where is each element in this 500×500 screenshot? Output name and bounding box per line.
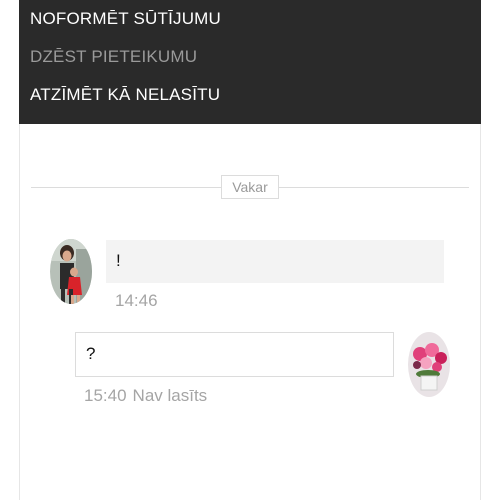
- date-divider-line-right: [279, 187, 469, 188]
- own-avatar[interactable]: [408, 332, 450, 397]
- message-meta: 15:40 Nav lasīts: [84, 386, 207, 406]
- message-text: ?: [86, 344, 96, 363]
- outgoing-message-bubble[interactable]: ?: [75, 332, 394, 377]
- sender-avatar[interactable]: [50, 239, 92, 304]
- message-text: !: [116, 251, 121, 270]
- read-status: Nav lasīts: [132, 386, 208, 405]
- incoming-message-bubble[interactable]: !: [106, 240, 444, 283]
- menu-item-create-shipment[interactable]: NOFORMĒT SŪTĪJUMU: [30, 9, 221, 29]
- message-timestamp: 14:46: [115, 291, 158, 310]
- menu-item-mark-unread[interactable]: ATZĪMĒT KĀ NELASĪTU: [30, 85, 220, 105]
- date-divider-line-left: [31, 187, 221, 188]
- message-timestamp: 15:40: [84, 386, 127, 405]
- menu-item-delete-request: DZĒST PIETEIKUMU: [30, 47, 198, 66]
- date-divider: Vakar: [221, 175, 279, 199]
- photo-avatar-woman-child-icon: [50, 239, 92, 304]
- context-menu: NOFORMĒT SŪTĪJUMU DZĒST PIETEIKUMU ATZĪM…: [19, 0, 481, 124]
- photo-avatar-flowers-icon: [408, 332, 450, 397]
